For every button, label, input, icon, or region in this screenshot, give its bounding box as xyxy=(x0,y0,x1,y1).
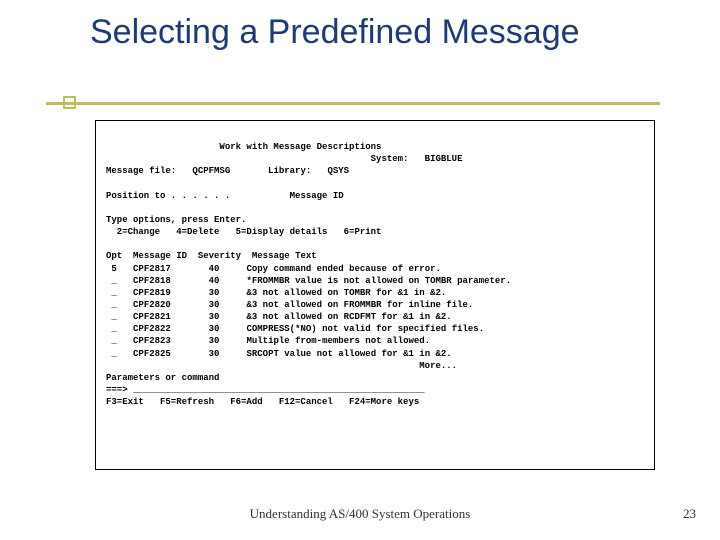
table-row: 5 CPF2817 40 Copy command ended because … xyxy=(106,264,441,274)
screen-title: Work with Message Descriptions xyxy=(106,142,381,152)
command-line[interactable]: ===> ___________________________________… xyxy=(106,385,425,395)
page-number: 23 xyxy=(683,506,696,522)
table-row: _ CPF2823 30 Multiple from-members not a… xyxy=(106,336,430,346)
instructions: Type options, press Enter. xyxy=(106,215,246,225)
position-line: Position to . . . . . . Message ID xyxy=(106,191,344,201)
slide-footer: Understanding AS/400 System Operations xyxy=(0,506,720,522)
table-row: _ CPF2822 30 COMPRESS(*NO) not valid for… xyxy=(106,324,484,334)
slide-title: Selecting a Predefined Message xyxy=(0,0,720,57)
options-legend: 2=Change 4=Delete 5=Display details 6=Pr… xyxy=(106,227,381,237)
terminal-panel: Work with Message Descriptions System: B… xyxy=(95,120,655,470)
table-row: _ CPF2825 30 SRCOPT value not allowed fo… xyxy=(106,349,452,359)
more-indicator: More... xyxy=(106,361,457,371)
column-headers: Opt Message ID Severity Message Text xyxy=(106,251,317,261)
table-row: _ CPF2818 40 *FROMMBR value is not allow… xyxy=(106,276,511,286)
msgfile-line: Message file: QCPFMSG Library: QSYS xyxy=(106,166,349,176)
params-label: Parameters or command xyxy=(106,373,219,383)
table-row: _ CPF2819 30 &3 not allowed on TOMBR for… xyxy=(106,288,446,298)
accent-underline xyxy=(46,102,660,105)
system-line: System: BIGBLUE xyxy=(106,154,462,164)
table-row: _ CPF2820 30 &3 not allowed on FROMMBR f… xyxy=(106,300,473,310)
function-keys: F3=Exit F5=Refresh F6=Add F12=Cancel F24… xyxy=(106,397,419,407)
table-row: _ CPF2821 30 &3 not allowed on RCDFMT fo… xyxy=(106,312,452,322)
accent-bullet-box xyxy=(63,96,76,109)
